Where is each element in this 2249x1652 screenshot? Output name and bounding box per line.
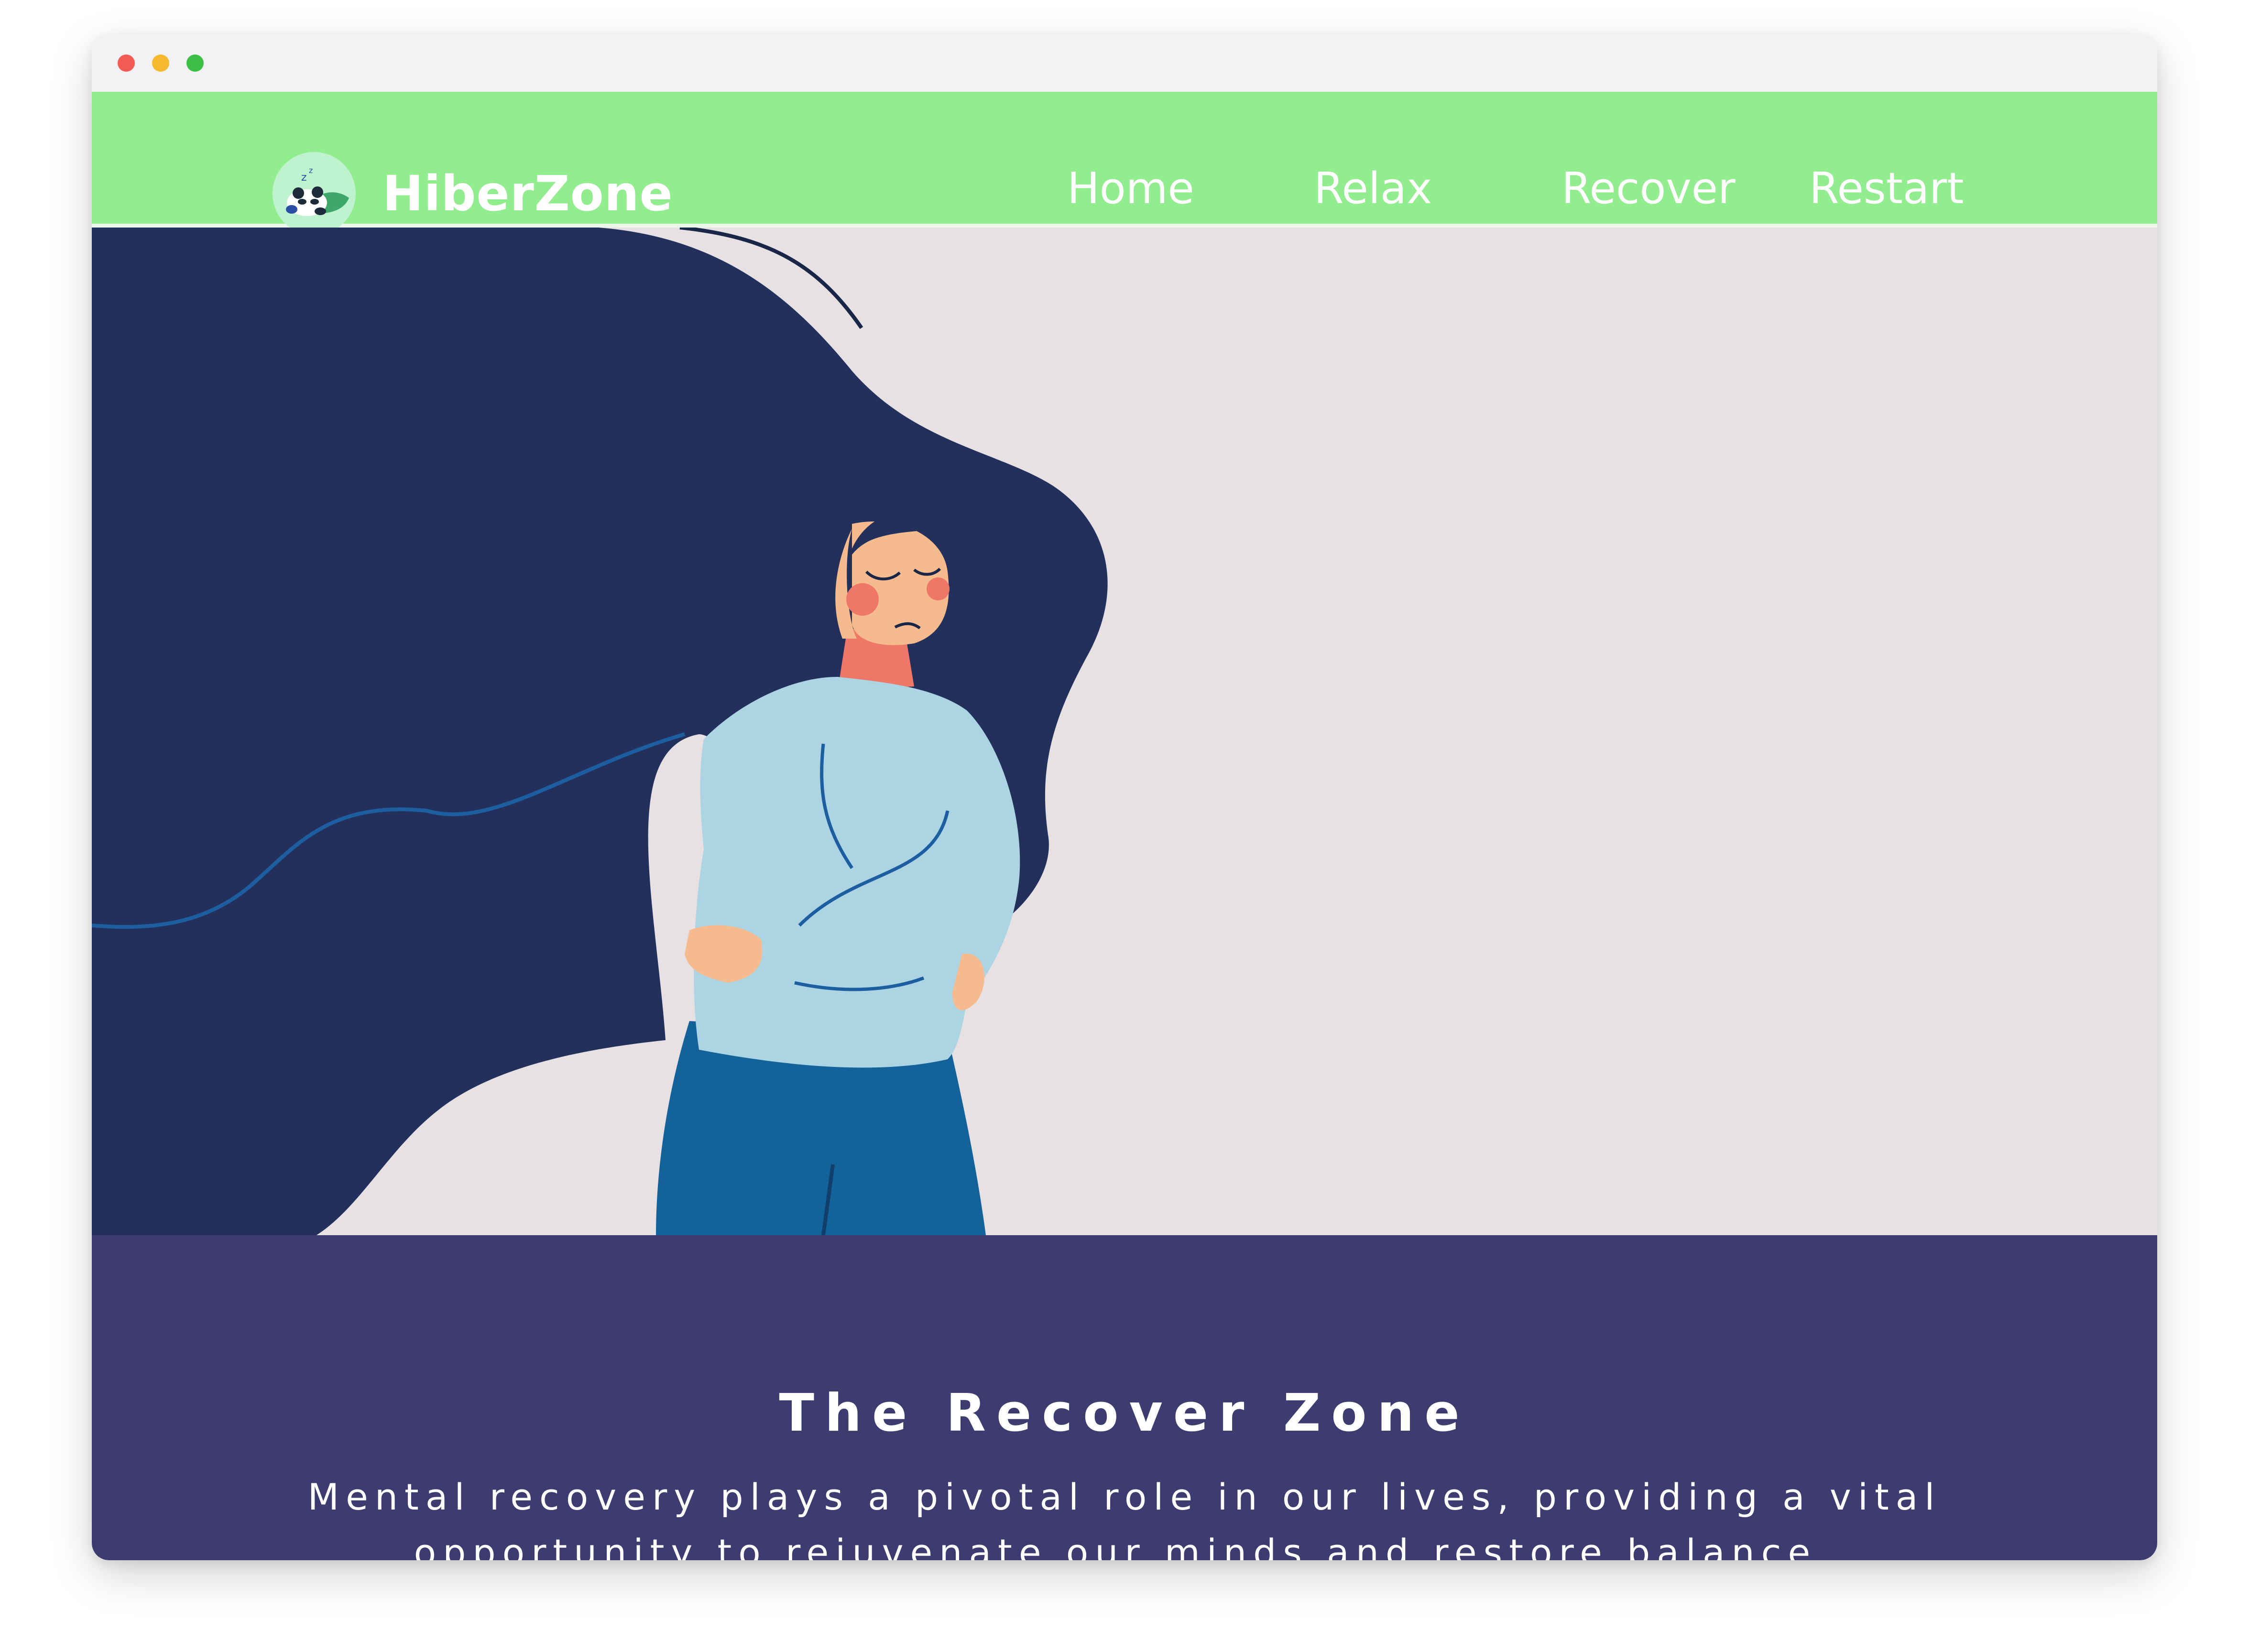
nav-link-recover[interactable]: Recover <box>1561 163 1736 214</box>
minimize-window-button[interactable] <box>152 54 169 72</box>
sleeping-panda-icon: z z <box>273 152 356 235</box>
hero-banner <box>92 228 2157 1235</box>
browser-window: z z HiberZone Home Relax Recover Restart <box>92 34 2157 1560</box>
nav-link-restart[interactable]: Restart <box>1809 163 1964 214</box>
nav-link-relax[interactable]: Relax <box>1314 163 1432 214</box>
close-window-button[interactable] <box>118 54 135 72</box>
woman-illustration <box>92 228 1108 1235</box>
svg-text:z: z <box>309 166 313 175</box>
nav-link-home[interactable]: Home <box>1067 163 1194 214</box>
maximize-window-button[interactable] <box>186 54 204 72</box>
site-navbar: z z HiberZone Home Relax Recover Restart <box>92 92 2157 235</box>
svg-text:z: z <box>301 172 307 184</box>
recover-zone-section: The Recover Zone Mental recovery plays a… <box>92 1235 2157 1560</box>
section-body-text: Mental recovery plays a pivotal role in … <box>307 1476 1942 1560</box>
brand-name: HiberZone <box>382 165 673 222</box>
browser-titlebar <box>92 34 2157 92</box>
brand-logo-link[interactable]: z z HiberZone <box>273 152 673 235</box>
section-title: The Recover Zone <box>779 1383 1470 1443</box>
